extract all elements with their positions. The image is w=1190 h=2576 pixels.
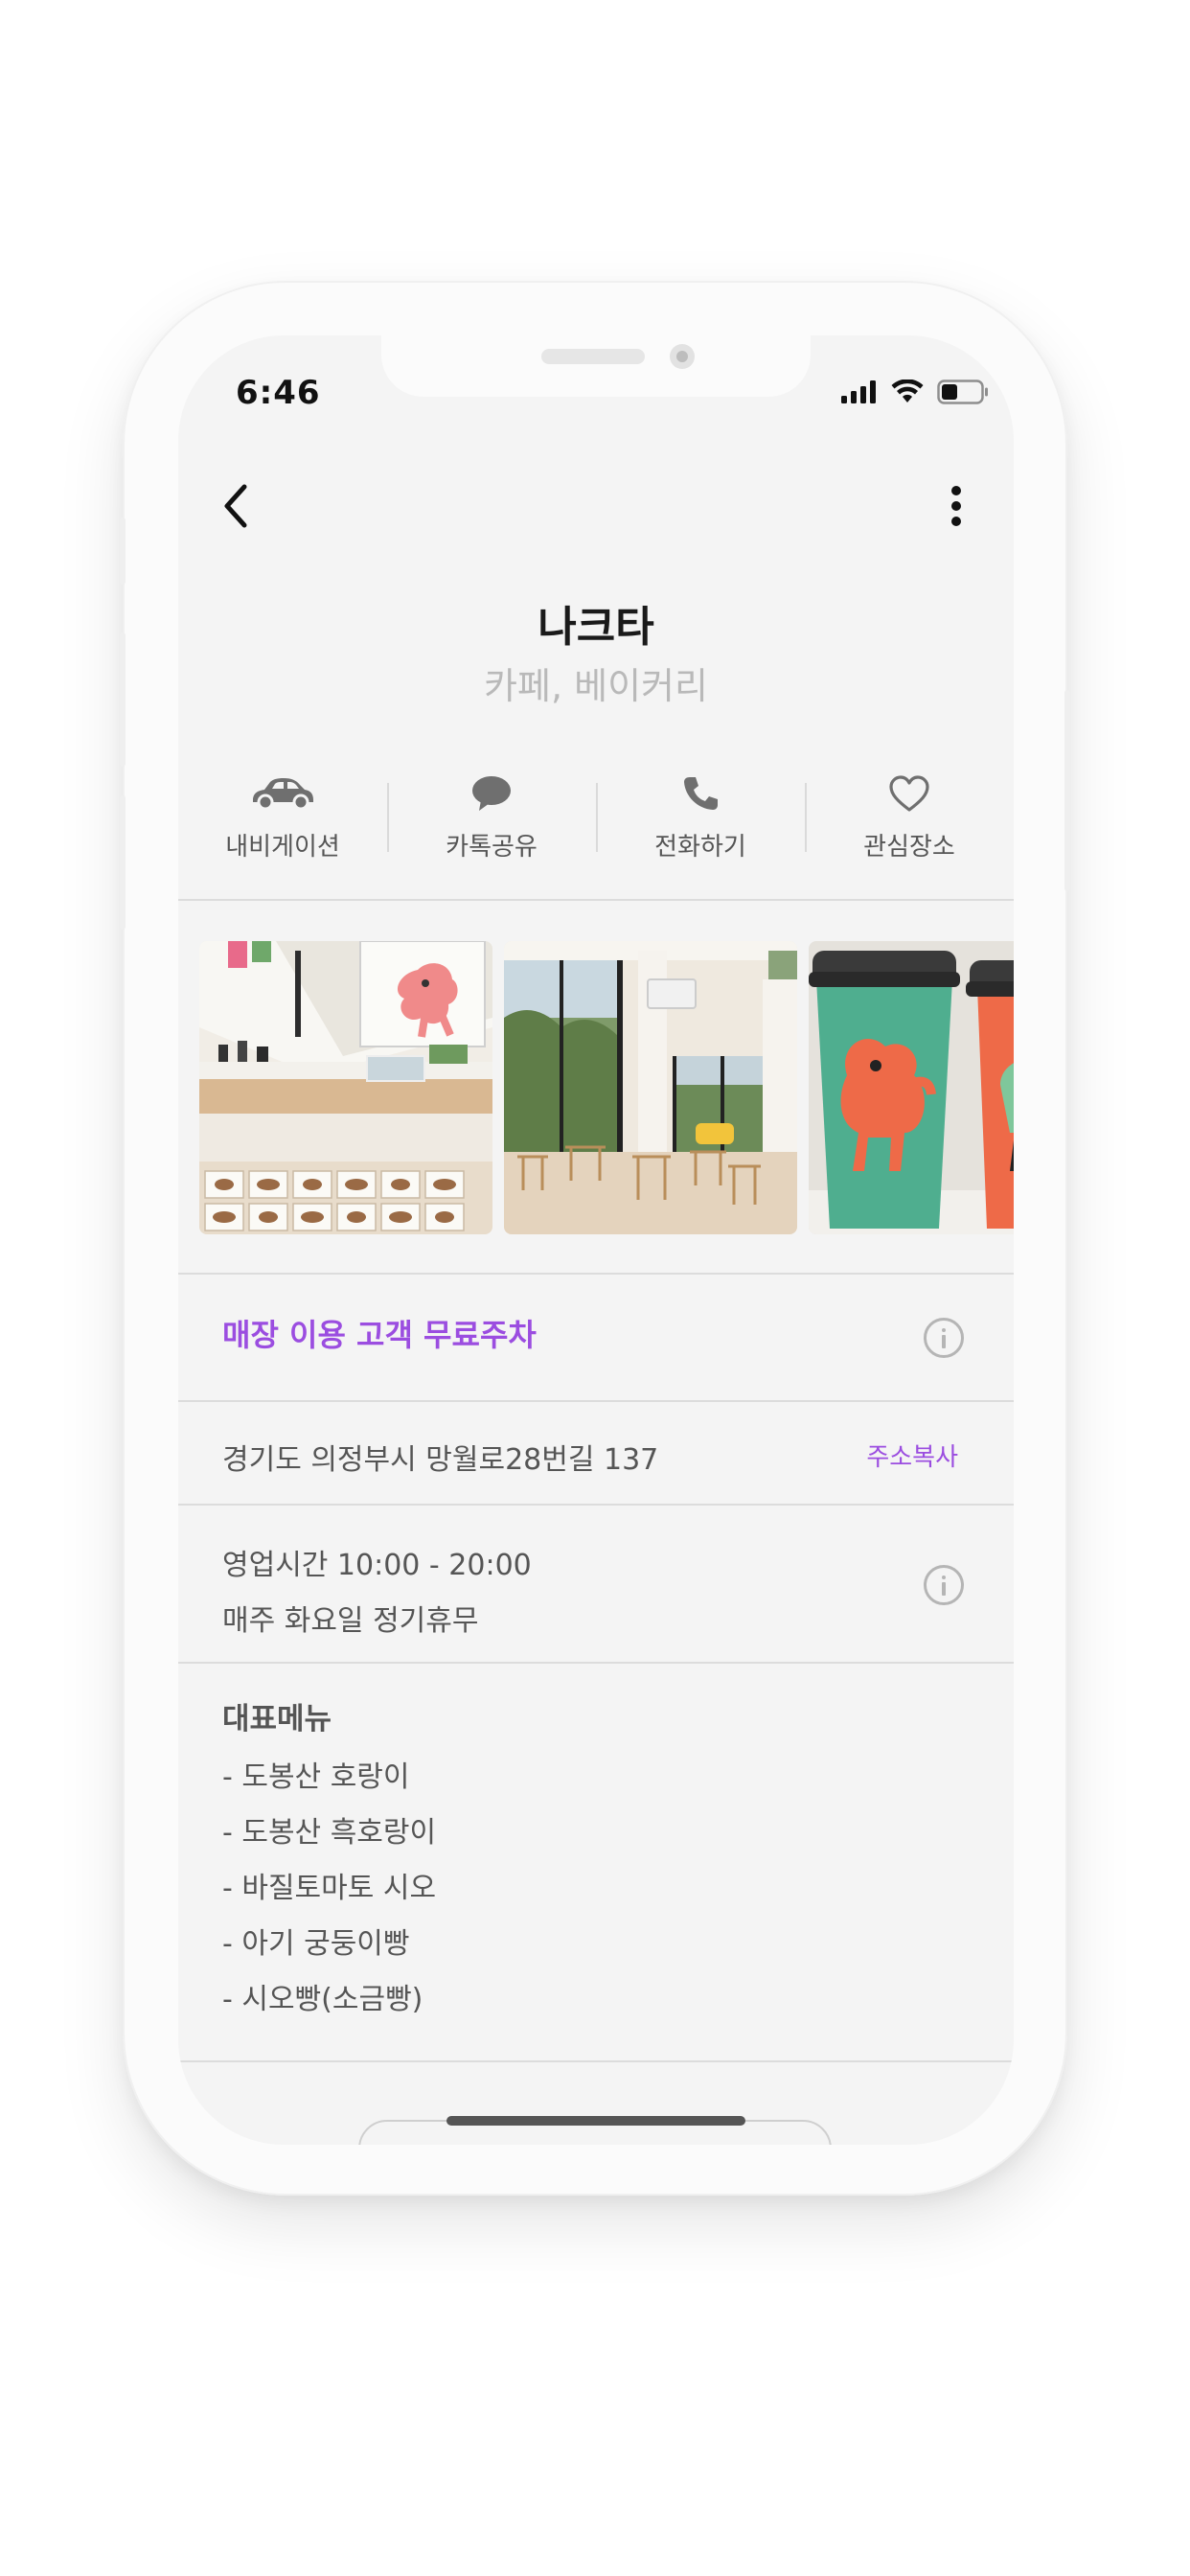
mute-switch	[120, 518, 126, 585]
menu-item: - 도봉산 흑호랑이	[222, 1816, 437, 1850]
phone-screen: 6:46 나크타 카페, 베이커리 내비게이션 카톡공유 전화하기 관심장소 매…	[178, 335, 1014, 2145]
menu-item: - 시오빵(소금빵)	[222, 1983, 423, 2016]
info-icon[interactable]	[924, 1565, 964, 1605]
phone-icon	[684, 777, 718, 810]
action-label: 카톡공유	[446, 833, 538, 862]
more-options-button[interactable]	[927, 477, 985, 535]
home-indicator	[446, 2116, 745, 2126]
action-label: 관심장소	[863, 833, 955, 862]
power-button	[1064, 690, 1070, 891]
notch	[381, 335, 811, 397]
address-text: 경기도 의정부시 망월로28번길 137	[222, 1443, 659, 1477]
divider	[178, 1504, 1014, 1506]
cellular-signal-icon	[841, 380, 876, 403]
call-button[interactable]: 전화하기	[596, 771, 805, 867]
regular-holiday: 매주 화요일 정기휴무	[222, 1604, 479, 1638]
car-icon	[253, 778, 313, 810]
menu-list: - 도봉산 호랑이 - 도봉산 흑호랑이 - 바질토마토 시오 - 아기 궁둥이…	[222, 1750, 436, 2028]
chevron-left-icon	[224, 484, 247, 528]
action-row: 내비게이션 카톡공유 전화하기 관심장소	[178, 771, 1014, 867]
photo-carousel[interactable]	[199, 941, 1014, 1234]
info-icon[interactable]	[924, 1318, 964, 1358]
chat-bubble-icon	[472, 776, 511, 811]
kakao-share-button[interactable]: 카톡공유	[387, 771, 596, 867]
wifi-icon	[891, 380, 924, 402]
action-label: 전화하기	[654, 833, 746, 862]
menu-item: - 도봉산 호랑이	[222, 1760, 410, 1794]
vertical-ellipsis-icon	[951, 486, 961, 526]
divider	[178, 899, 1014, 901]
photo-coffee-cups[interactable]	[809, 941, 1014, 1234]
divider	[178, 1273, 1014, 1275]
back-button[interactable]	[207, 477, 264, 535]
photo-cafe-counter[interactable]	[199, 941, 492, 1234]
volume-up-button	[120, 632, 126, 767]
navigation-button[interactable]: 내비게이션	[178, 771, 387, 867]
divider	[178, 1400, 1014, 1402]
place-name: 나크타	[538, 603, 654, 652]
battery-icon	[937, 380, 988, 404]
action-label: 내비게이션	[225, 833, 340, 862]
divider	[178, 1662, 1014, 1664]
favorite-place-button[interactable]: 관심장소	[805, 771, 1014, 867]
copy-address-button[interactable]: 주소복사	[866, 1438, 958, 1473]
speaker-grille	[541, 349, 645, 364]
volume-down-button	[120, 795, 126, 930]
place-category: 카페, 베이커리	[484, 665, 708, 707]
menu-item: - 바질토마토 시오	[222, 1872, 437, 1905]
parking-notice: 매장 이용 고객 무료주차	[222, 1317, 537, 1353]
opening-hours: 영업시간 10:00 - 20:00	[222, 1549, 532, 1582]
status-icons	[841, 380, 989, 404]
photo-cafe-interior[interactable]	[504, 941, 797, 1234]
business-hours: 영업시간 10:00 - 20:00 매주 화요일 정기휴무	[222, 1538, 532, 1649]
status-time: 6:46	[236, 374, 321, 412]
mockup-stage: 6:46 나크타 카페, 베이커리 내비게이션 카톡공유 전화하기 관심장소 매…	[0, 0, 1190, 2576]
heart-icon	[889, 775, 929, 812]
menu-title: 대표메뉴	[222, 1702, 332, 1736]
front-camera	[670, 344, 695, 369]
divider	[178, 2060, 1014, 2062]
menu-item: - 아기 궁둥이빵	[222, 1927, 410, 1961]
